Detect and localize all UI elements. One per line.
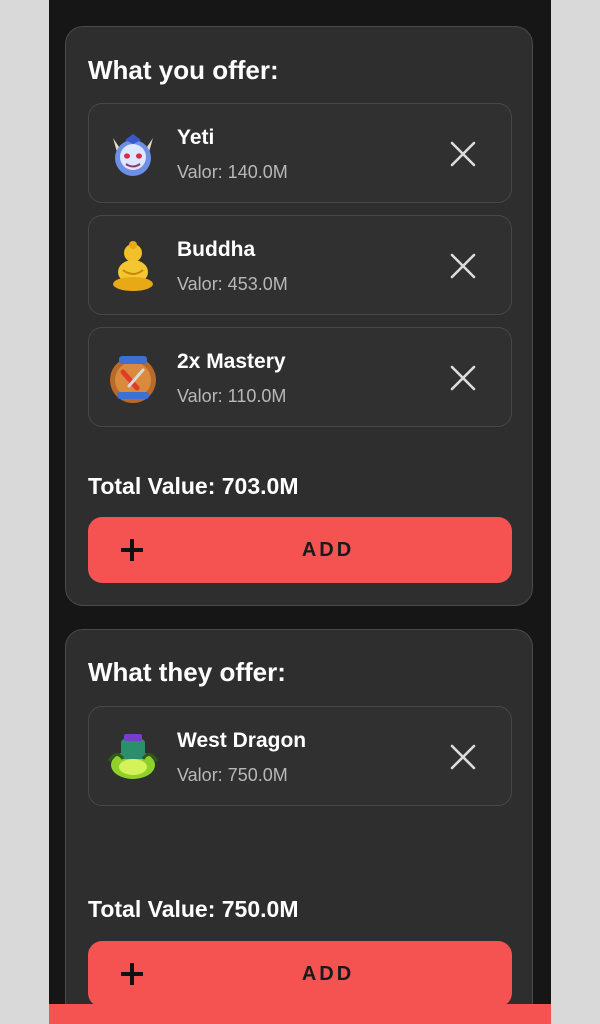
item-value: Valor: 453.0M [177,274,288,294]
receive-total-value: Total Value: 750.0M [88,896,299,922]
remove-item-button[interactable] [449,252,477,280]
west-dragon-icon [107,734,159,779]
offer-item-yeti: Yeti Valor: 140.0M [88,103,512,203]
receive-item-west-dragon: West Dragon Valor: 750.0M [88,706,512,806]
item-name: 2x Mastery [177,350,286,373]
yeti-icon [113,134,153,176]
app-screen: What you offer: Yeti Valor: 140.0M Buddh… [49,0,551,1024]
add-button-label: ADD [301,539,355,561]
add-offer-item-button[interactable]: ADD [88,517,512,583]
item-name: Buddha [177,238,256,261]
item-value: Valor: 750.0M [177,765,288,785]
their-offer-title: What they offer: [88,657,286,687]
bottom-navigation-bar [49,1004,551,1024]
your-offer-title: What you offer: [88,55,279,85]
offer-item-buddha: Buddha Valor: 453.0M [88,215,512,315]
offer-total-value: Total Value: 703.0M [88,473,299,499]
add-button-label: ADD [301,963,355,985]
their-offer-card: What they offer: West Dragon Valor: 750.… [65,629,533,1024]
item-name: Yeti [177,126,215,149]
item-value: Valor: 110.0M [177,386,287,406]
buddha-icon [113,241,153,291]
remove-item-button[interactable] [449,743,477,771]
remove-item-button[interactable] [449,364,477,392]
your-offer-card: What you offer: Yeti Valor: 140.0M Buddh… [65,26,533,606]
add-receive-item-button[interactable]: ADD [88,941,512,1007]
mastery-icon [110,356,156,403]
item-value: Valor: 140.0M [177,162,288,182]
item-name: West Dragon [177,729,307,752]
remove-item-button[interactable] [449,140,477,168]
offer-item-mastery: 2x Mastery Valor: 110.0M [88,327,512,427]
